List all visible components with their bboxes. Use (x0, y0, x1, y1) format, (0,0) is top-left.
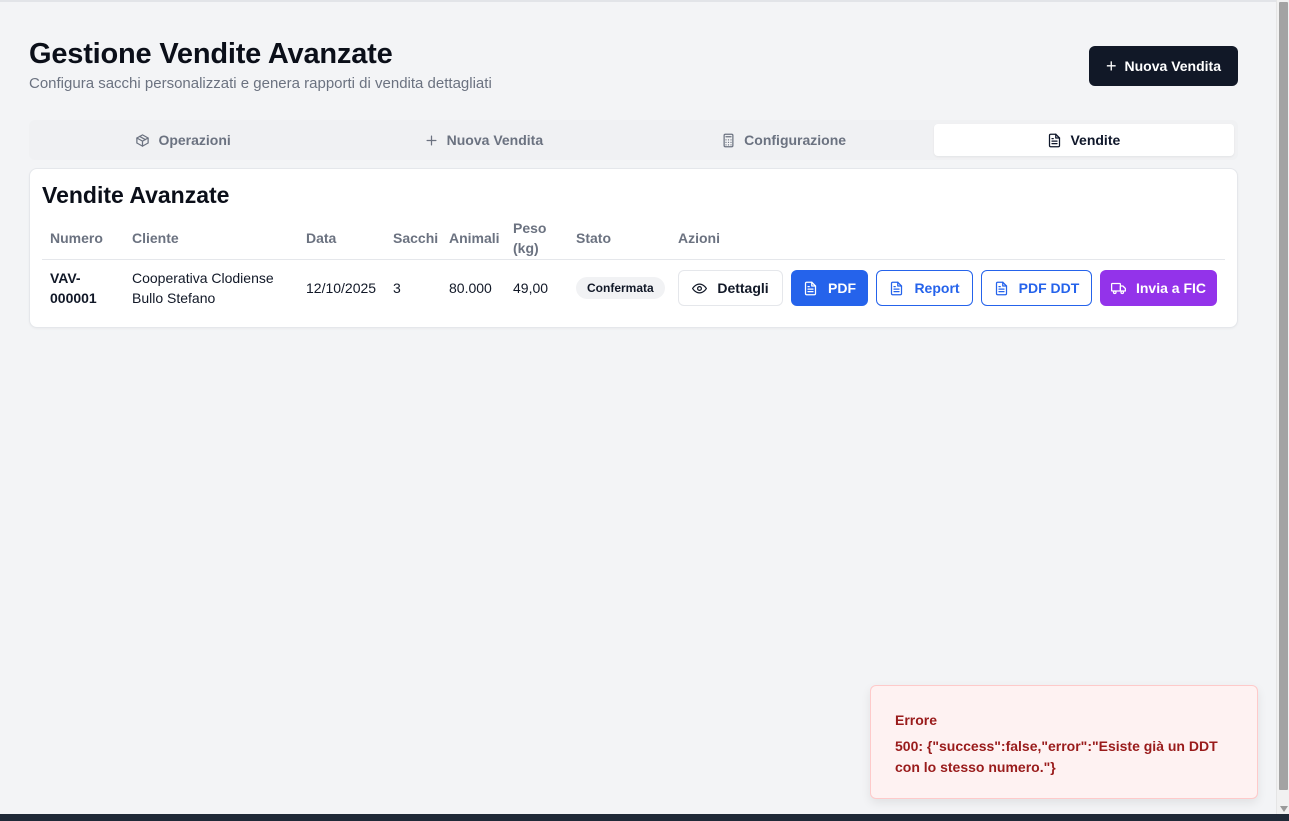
file-text-icon (804, 281, 817, 295)
toast-message: 500: {"success":false,"error":"Esiste gi… (895, 738, 1218, 775)
details-button-label: Dettagli (717, 280, 769, 296)
column-header-cliente: Cliente (132, 230, 179, 246)
new-sale-button-label: Nuova Vendita (1124, 58, 1221, 74)
cell-cliente: Cooperativa Clodiense Bullo Stefano (132, 268, 274, 308)
plus-icon: + (1106, 56, 1117, 76)
column-header-animali: Animali (449, 230, 500, 246)
cell-numero: VAV- 000001 (50, 268, 97, 308)
file-text-icon (891, 281, 903, 295)
cell-numero-line1: VAV- (50, 270, 81, 286)
column-header-peso-line1: Peso (513, 220, 547, 236)
tab-configurazione[interactable]: Configurazione (634, 124, 934, 156)
eye-icon (692, 283, 708, 293)
pdf-ddt-button-label: PDF DDT (1018, 280, 1080, 296)
page-subtitle: Configura sacchi personalizzati e genera… (29, 75, 492, 92)
status-badge: Confermata (576, 277, 665, 299)
tabs-bar: Operazioni Nuova Vendita Configurazione … (29, 120, 1238, 160)
tab-label: Configurazione (744, 132, 847, 148)
column-header-stato: Stato (576, 230, 611, 246)
bottom-bar (0, 814, 1289, 821)
card-title: Vendite Avanzate (42, 182, 230, 208)
tab-operazioni[interactable]: Operazioni (33, 124, 333, 156)
table-divider (42, 259, 1225, 260)
send-fic-button[interactable]: Invia a FIC (1100, 270, 1217, 306)
report-button[interactable]: Report (876, 270, 973, 306)
file-text-icon (995, 281, 1007, 295)
tab-label: Nuova Vendita (446, 132, 544, 148)
top-border (0, 0, 1276, 2)
tab-label: Operazioni (158, 132, 231, 148)
toast-title: Errore (895, 712, 938, 728)
scrollbar-thumb[interactable] (1279, 2, 1288, 790)
column-header-data: Data (306, 230, 337, 246)
tab-vendite[interactable]: Vendite (933, 124, 1234, 156)
pdf-button[interactable]: PDF (791, 270, 868, 306)
details-button[interactable]: Dettagli (678, 270, 783, 306)
tab-label: Vendite (1070, 132, 1121, 148)
pdf-button-label: PDF (828, 280, 856, 296)
new-sale-button[interactable]: + Nuova Vendita (1089, 46, 1238, 86)
error-toast[interactable]: Errore 500: {"success":false,"error":"Es… (870, 685, 1258, 799)
cell-peso: 49,00 (513, 280, 549, 296)
calculator-icon (723, 133, 734, 147)
file-text-icon (1049, 133, 1061, 147)
report-button-label: Report (914, 280, 960, 296)
cell-cliente-line2: Bullo Stefano (132, 290, 216, 306)
page-header: Gestione Vendite Avanzate Configura sacc… (29, 38, 492, 92)
cell-cliente-line1: Cooperativa Clodiense (132, 270, 274, 286)
page-title: Gestione Vendite Avanzate (29, 38, 393, 70)
send-fic-button-label: Invia a FIC (1135, 280, 1207, 296)
pdf-ddt-button[interactable]: PDF DDT (981, 270, 1092, 306)
column-header-numero: Numero (50, 230, 103, 246)
vertical-scrollbar[interactable] (1276, 0, 1289, 814)
sales-card: Vendite Avanzate Numero Cliente Data Sac… (29, 168, 1238, 328)
scroll-down-arrow-icon[interactable] (1280, 806, 1288, 812)
truck-icon (1110, 282, 1126, 294)
cell-numero-line2: 000001 (50, 290, 97, 306)
plus-icon (426, 135, 437, 145)
tab-nuova-vendita[interactable]: Nuova Vendita (333, 124, 633, 156)
column-header-peso: Peso (kg) (513, 218, 546, 258)
cell-data: 12/10/2025 (306, 280, 377, 296)
package-icon (136, 133, 150, 147)
cell-sacchi: 3 (393, 280, 401, 296)
column-header-azioni: Azioni (678, 230, 720, 246)
cell-animali: 80.000 (449, 280, 492, 296)
column-header-sacchi: Sacchi (393, 230, 439, 246)
column-header-peso-line2: (kg) (513, 240, 539, 256)
